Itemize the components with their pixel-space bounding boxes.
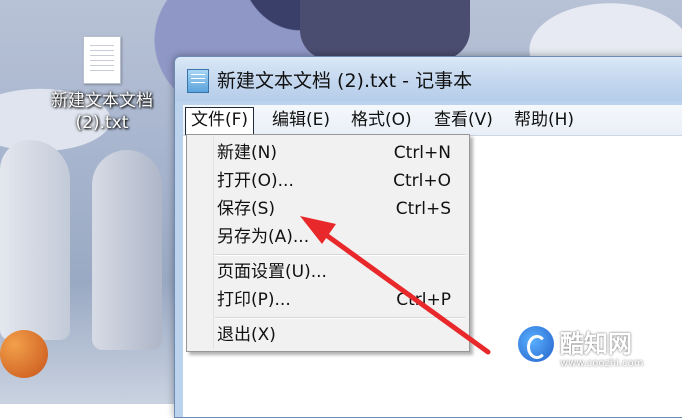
menu-file[interactable]: 文件(F): [185, 107, 255, 135]
desktop-file-icon[interactable]: 新建文本文档 (2).txt: [42, 36, 162, 134]
menu-item-new[interactable]: 新建(N) Ctrl+N: [189, 140, 467, 167]
menu-item-print[interactable]: 打印(P)... Ctrl+P: [189, 287, 467, 314]
wallpaper-figure: [300, 0, 470, 60]
menu-item-open-shortcut: Ctrl+O: [393, 171, 451, 191]
wallpaper-shape-left: [0, 140, 70, 340]
desktop-file-label-line2: (2).txt: [75, 113, 129, 133]
menu-help[interactable]: 帮助(H): [509, 107, 579, 133]
file-menu-dropdown: 新建(N) Ctrl+N 打开(O)... Ctrl+O 保存(S) Ctrl+…: [186, 134, 470, 352]
menu-item-exit[interactable]: 退出(X): [189, 322, 467, 349]
menu-item-new-label: 新建(N): [217, 143, 277, 163]
menu-item-save-shortcut: Ctrl+S: [395, 199, 451, 219]
menu-item-page-setup[interactable]: 页面设置(U)...: [189, 259, 467, 286]
menu-item-print-label: 打印(P)...: [217, 290, 291, 310]
menu-separator: [215, 254, 465, 256]
menu-bar: 文件(F) 编辑(E) 格式(O) 查看(V) 帮助(H): [183, 105, 682, 136]
menu-item-save-as[interactable]: 另存为(A)...: [189, 224, 467, 251]
text-file-icon: [83, 36, 121, 84]
watermark-url: www.coozhi.com: [560, 358, 644, 369]
desktop-file-label-line1: 新建文本文档: [51, 91, 153, 111]
wallpaper-shape-mid: [92, 150, 162, 350]
menu-item-open-label: 打开(O)...: [217, 171, 294, 191]
wallpaper-orange-shape: [0, 330, 48, 378]
menu-item-save-as-label: 另存为(A)...: [217, 227, 310, 247]
menu-edit[interactable]: 编辑(E): [267, 107, 335, 133]
watermark: 酷知网 www.coozhi.com: [518, 322, 668, 374]
menu-item-open[interactable]: 打开(O)... Ctrl+O: [189, 168, 467, 195]
menu-item-new-shortcut: Ctrl+N: [393, 143, 451, 163]
menu-item-save-label: 保存(S): [217, 199, 276, 219]
menu-item-print-shortcut: Ctrl+P: [396, 290, 451, 310]
menu-item-exit-label: 退出(X): [217, 325, 276, 345]
menu-view[interactable]: 查看(V): [429, 107, 498, 133]
menu-separator: [215, 317, 465, 319]
watermark-logo-icon: [518, 326, 554, 362]
menu-format[interactable]: 格式(O): [346, 107, 417, 133]
menu-item-page-setup-label: 页面设置(U)...: [217, 262, 327, 282]
title-bar[interactable]: 新建文本文档 (2).txt - 记事本: [175, 57, 682, 101]
menu-item-save[interactable]: 保存(S) Ctrl+S: [189, 196, 467, 223]
desktop-file-label: 新建文本文档 (2).txt: [42, 90, 162, 134]
window-title: 新建文本文档 (2).txt - 记事本: [217, 70, 473, 92]
notepad-icon[interactable]: [187, 69, 209, 93]
watermark-name: 酷知网: [560, 330, 632, 358]
